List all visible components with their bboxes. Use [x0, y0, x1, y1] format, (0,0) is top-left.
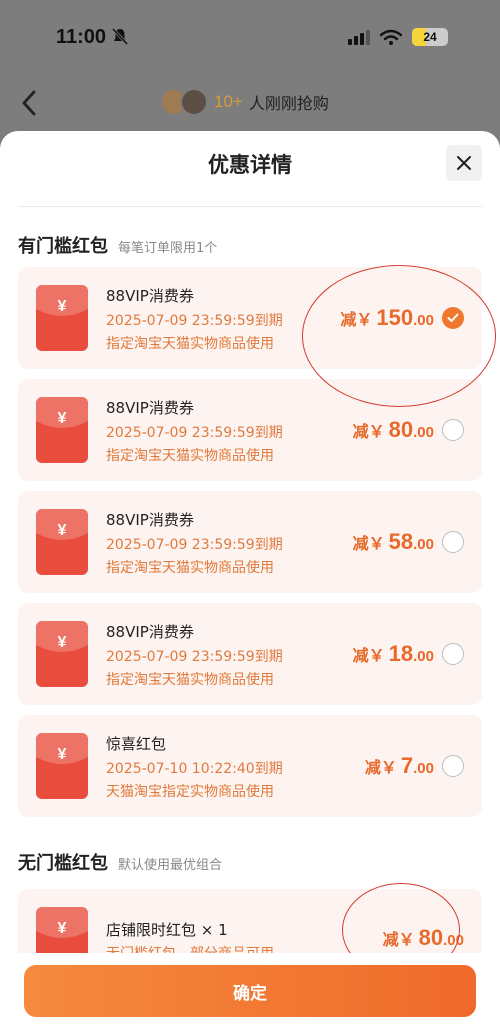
wifi-icon [380, 29, 402, 45]
coupon-expiry: 2025-07-09 23:59:59到期 [106, 313, 283, 329]
coupon-name: 店铺限时红包 × 1 [106, 921, 228, 939]
coupon-expiry: 2025-07-09 23:59:59到期 [106, 425, 283, 441]
checkmark-icon [447, 313, 459, 322]
red-envelope-icon: ¥ [36, 733, 88, 799]
coupon-name: 88VIP消费券 [106, 399, 194, 417]
svg-text:¥: ¥ [58, 410, 67, 427]
section-title: 无门槛红包 [18, 853, 108, 874]
amount-decimal: .00 [443, 932, 464, 949]
status-bar: 11:00 24 [0, 0, 500, 74]
red-envelope-icon: ¥ [36, 397, 88, 463]
svg-text:¥: ¥ [58, 522, 67, 539]
coupon-name: 88VIP消费券 [106, 511, 194, 529]
amount-decimal: .00 [413, 536, 434, 553]
coupon-scope: 天猫淘宝指定实物商品使用 [106, 784, 274, 800]
coupon-expiry: 2025-07-09 23:59:59到期 [106, 537, 283, 553]
coupon-card[interactable]: ¥ 88VIP消费券 2025-07-09 23:59:59到期 指定淘宝天猫实… [18, 491, 482, 593]
signal-icon [348, 30, 370, 45]
coupon-expiry: 2025-07-10 10:22:40到期 [106, 761, 283, 777]
coupon-radio[interactable] [442, 419, 464, 441]
svg-text:¥: ¥ [58, 920, 67, 937]
coupon-amount: 减￥ 150 .00 [340, 305, 434, 331]
sheet-title: 优惠详情 [208, 153, 292, 177]
amount-integer: 80 [418, 925, 444, 950]
buyers-count: 10+ [214, 92, 243, 111]
amount-prefix: 减￥ [352, 534, 385, 553]
battery-level: 24 [423, 30, 437, 44]
amount-integer: 80 [388, 417, 414, 442]
buyers-text: 人刚刚抢购 [248, 94, 329, 113]
coupon-amount: 减￥ 7 .00 [365, 753, 434, 779]
coupon-card[interactable]: ¥ 88VIP消费券 2025-07-09 23:59:59到期 指定淘宝天猫实… [18, 379, 482, 481]
coupon-radio-checked[interactable] [442, 307, 464, 329]
no-threshold-section-header: 无门槛红包 默认使用最优组合 [18, 849, 222, 875]
amount-decimal: .00 [413, 760, 434, 777]
time-text: 11:00 [56, 25, 107, 48]
bell-muted-icon [112, 28, 129, 46]
status-icons: 24 [348, 28, 448, 46]
close-button[interactable] [446, 145, 482, 181]
coupon-radio[interactable] [442, 531, 464, 553]
coupon-name: 88VIP消费券 [106, 287, 194, 305]
battery-indicator: 24 [412, 28, 448, 46]
coupon-name: 惊喜红包 [106, 735, 167, 753]
amount-decimal: .00 [413, 648, 434, 665]
coupon-scope: 指定淘宝天猫实物商品使用 [106, 560, 274, 576]
recent-buyers: 10+ 人刚刚抢购 [160, 88, 329, 116]
red-envelope-icon: ¥ [36, 621, 88, 687]
amount-decimal: .00 [413, 424, 434, 441]
svg-text:¥: ¥ [58, 634, 67, 651]
coupon-scope: 指定淘宝天猫实物商品使用 [106, 448, 274, 464]
section-subtitle: 每笔订单限用1个 [118, 241, 218, 256]
amount-prefix: 减￥ [382, 930, 415, 949]
amount-decimal: .00 [413, 312, 434, 329]
red-envelope-icon: ¥ [36, 285, 88, 351]
status-time: 11:00 [56, 25, 129, 49]
back-button[interactable] [18, 88, 42, 118]
amount-integer: 7 [400, 753, 414, 778]
amount-integer: 18 [388, 641, 414, 666]
amount-prefix: 减￥ [364, 758, 397, 777]
avatar [180, 88, 208, 116]
amount-integer: 58 [388, 529, 414, 554]
discount-details-sheet: 优惠详情 有门槛红包 每笔订单限用1个 ¥ 88VIP消费券 2025-07-0… [0, 131, 500, 1033]
coupon-card[interactable]: ¥ 88VIP消费券 2025-07-09 23:59:59到期 指定淘宝天猫实… [18, 603, 482, 705]
nav-bar: 10+ 人刚刚抢购 [0, 78, 500, 132]
threshold-section-header: 有门槛红包 每笔订单限用1个 [18, 232, 217, 258]
close-icon [457, 156, 471, 170]
coupon-expiry: 2025-07-09 23:59:59到期 [106, 649, 283, 665]
coupon-card[interactable]: ¥ 惊喜红包 2025-07-10 10:22:40到期 天猫淘宝指定实物商品使… [18, 715, 482, 817]
coupon-card[interactable]: ¥ 88VIP消费券 2025-07-09 23:59:59到期 指定淘宝天猫实… [18, 267, 482, 369]
coupon-radio[interactable] [442, 643, 464, 665]
coupon-amount: 减￥ 58 .00 [353, 529, 434, 555]
coupon-name: 88VIP消费券 [106, 623, 194, 641]
amount-prefix: 减￥ [340, 310, 373, 329]
coupon-scope: 指定淘宝天猫实物商品使用 [106, 672, 274, 688]
amount-prefix: 减￥ [352, 646, 385, 665]
coupon-scope: 指定淘宝天猫实物商品使用 [106, 336, 274, 352]
divider [18, 206, 482, 207]
buyer-avatars [160, 88, 208, 116]
amount-prefix: 减￥ [352, 422, 385, 441]
svg-text:¥: ¥ [58, 746, 67, 763]
chevron-left-icon [22, 90, 36, 116]
amount-integer: 150 [376, 305, 414, 330]
red-envelope-icon: ¥ [36, 509, 88, 575]
coupon-amount: 减￥ 18 .00 [353, 641, 434, 667]
coupon-radio[interactable] [442, 755, 464, 777]
svg-text:¥: ¥ [58, 298, 67, 315]
footer: 确定 [0, 953, 500, 1033]
section-title: 有门槛红包 [18, 236, 108, 257]
coupon-amount: 减￥ 80 .00 [353, 417, 434, 443]
section-subtitle: 默认使用最优组合 [118, 858, 223, 873]
confirm-button[interactable]: 确定 [24, 965, 476, 1017]
coupon-amount: 减￥ 80 .00 [383, 925, 464, 951]
